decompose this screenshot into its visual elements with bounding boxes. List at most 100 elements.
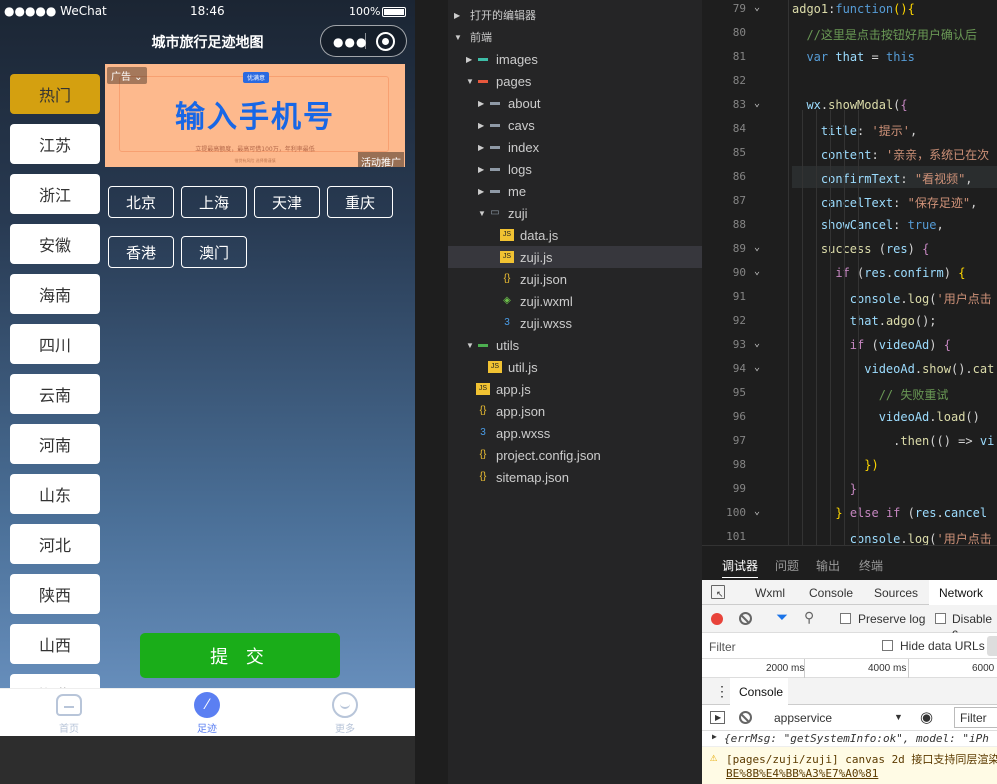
line-number: 79 [732,2,746,15]
explorer-folder[interactable]: ▶ ▬ index [448,136,702,158]
province-button[interactable]: 海南 [10,274,100,314]
province-button[interactable]: 热门 [10,74,100,114]
explorer-file[interactable]: 3 app.wxss [448,422,702,444]
province-button[interactable]: 河北 [10,524,100,564]
filter-input[interactable]: Filter [709,640,736,654]
fold-chevron-icon[interactable]: ⌄ [754,506,760,517]
province-button[interactable]: 江苏 [10,124,100,164]
explorer-folder[interactable]: ▼ ▭ zuji [448,202,702,224]
simulator-screen: ●●●●● WeChat 18:46 100% 城市旅行足迹地图 ●●● 热门江… [0,0,415,736]
warning-link[interactable]: BE%8B%E4%BB%A3%E7%A0%81 [726,767,878,780]
code-line: if (res.confirm) { [835,266,966,280]
explorer-file[interactable]: JS util.js [448,356,702,378]
fold-chevron-icon[interactable]: ⌄ [754,338,760,349]
province-button[interactable]: 云南 [10,374,100,414]
indent-guide [816,110,817,545]
tab-more[interactable]: 更多 [276,689,414,736]
ad-headline: 输入手机号 [175,100,335,135]
province-button[interactable]: 陕西 [10,574,100,614]
context-select[interactable]: appservice [774,711,832,725]
explorer-section[interactable]: ▼ 前端 [448,26,702,48]
explorer-folder[interactable]: ▶ ▬ me [448,180,702,202]
line-number: 91 [732,290,746,303]
drawer-tab-console[interactable]: Console [739,685,783,699]
explorer-file[interactable]: {} app.json [448,400,702,422]
explorer-file[interactable]: JS app.js [448,378,702,400]
city-button[interactable]: 上海 [181,186,247,218]
fold-chevron-icon[interactable]: ⌄ [754,98,760,109]
explorer-section[interactable]: ▶ 打开的编辑器 [448,4,702,26]
tab-terminal[interactable]: 终端 [859,557,883,574]
explorer-file[interactable]: JS zuji.js [448,246,702,268]
eye-icon[interactable]: ◉ [920,708,933,726]
timeline-ruler: 2000 ms 4000 ms 6000 [702,659,997,678]
line-number: 84 [732,122,746,135]
explorer-row-label: about [508,95,541,111]
indent-guide [844,110,845,545]
more-dots-icon[interactable]: ●●● [333,35,367,49]
explorer-folder[interactable]: ▶ ▬ logs [448,158,702,180]
devtab-sources[interactable]: Sources [874,586,918,600]
explorer-folder[interactable]: ▼ ▬ utils [448,334,702,356]
city-button[interactable]: 天津 [254,186,320,218]
province-button[interactable]: 山西 [10,624,100,664]
tab-output[interactable]: 输出 [816,557,840,574]
tab-problems[interactable]: 问题 [775,557,799,574]
sidebar-toggle-icon[interactable]: ▶ [710,711,725,724]
search-icon[interactable]: ⚲ [804,609,814,626]
explorer-folder[interactable]: ▶ ▬ cavs [448,114,702,136]
province-button[interactable]: 山东 [10,474,100,514]
filter-type-pill[interactable] [987,636,997,656]
drawer-menu-icon[interactable]: ⋮ [715,683,729,700]
explorer-folder[interactable]: ▶ ▬ images [448,48,702,70]
fold-chevron-icon[interactable]: ⌄ [754,362,760,373]
province-button[interactable]: 安徽 [10,224,100,264]
devtab-network[interactable]: Network [939,586,983,600]
status-bar: ●●●●● WeChat 18:46 100% [0,0,415,22]
submit-button[interactable]: 提 交 [140,633,340,678]
close-miniprogram-icon[interactable] [376,32,395,51]
fold-chevron-icon[interactable]: ⌄ [754,242,760,253]
tab-footprint[interactable]: ⁄ 足迹 [138,689,276,736]
explorer-row-label: 打开的编辑器 [470,10,536,22]
province-button[interactable]: 河南 [10,424,100,464]
explorer-file[interactable]: {} project.config.json [448,444,702,466]
filter-funnel-icon[interactable]: ⏷ [776,609,788,626]
disable-cache-checkbox[interactable] [935,613,946,624]
city-button[interactable]: 澳门 [181,236,247,268]
line-number: 90 [732,266,746,279]
province-button[interactable]: 浙江 [10,174,100,214]
folder-utils-icon: ▬ [478,339,488,350]
clear-icon[interactable] [739,612,752,625]
city-button[interactable]: 北京 [108,186,174,218]
expand-icon[interactable]: ▶ [712,732,717,741]
explorer-file[interactable]: 3 zuji.wxss [448,312,702,334]
record-icon[interactable] [711,613,723,625]
preserve-log-checkbox[interactable] [840,613,851,624]
explorer-folder[interactable]: ▼ ▬ pages [448,70,702,92]
inspect-icon[interactable]: ↖ [711,585,725,599]
tab-debugger[interactable]: 调试器 [722,557,759,578]
console-filter-box[interactable]: Filter [954,707,997,728]
fold-chevron-icon[interactable]: ⌄ [754,266,760,277]
fold-chevron-icon[interactable]: ⌄ [754,2,760,13]
explorer-file[interactable]: {} zuji.json [448,268,702,290]
devtab-wxml[interactable]: Wxml [755,586,785,600]
chevron-right-icon: ▶ [478,120,485,130]
devtab-console[interactable]: Console [809,586,853,600]
hide-data-urls-checkbox[interactable] [882,640,893,651]
code-editor[interactable]: 79 ⌄ adgo1:function(){80 //这里是点击按钮好用户确认后 81… [702,0,997,545]
clock: 18:46 [190,4,225,18]
tab-home[interactable]: 首页 [0,689,138,736]
explorer-file[interactable]: ◈ zuji.wxml [448,290,702,312]
console-clear-icon[interactable] [739,711,752,724]
line-number: 98 [732,458,746,471]
province-button[interactable]: 四川 [10,324,100,364]
explorer-file[interactable]: JS data.js [448,224,702,246]
explorer-folder[interactable]: ▶ ▬ about [448,92,702,114]
city-button[interactable]: 重庆 [327,186,393,218]
explorer-file[interactable]: {} sitemap.json [448,466,702,488]
city-button[interactable]: 香港 [108,236,174,268]
explorer-row-label: zuji.json [520,271,567,287]
ad-banner[interactable]: 广告 ⌄ 优满意 输入手机号 立提最高额度，最高可借100万，年利率最低 借贷有… [105,64,405,167]
